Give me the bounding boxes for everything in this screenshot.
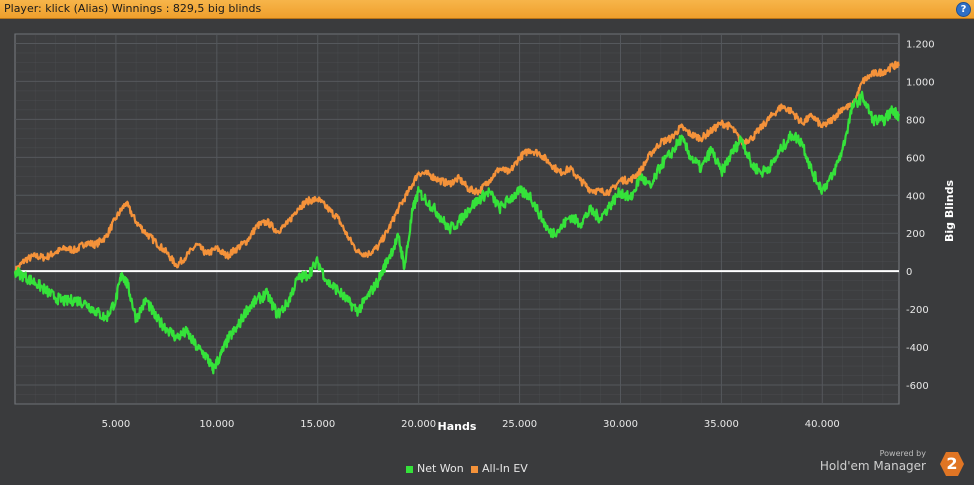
title-bar: Player: klick (Alias) Winnings : 829,5 b… [0,0,974,19]
brand-badge: Powered by Hold'em Manager 2 [820,449,964,477]
x-axis-label: Hands [438,420,477,433]
winnings-chart: -600 -400 -200 0 200 400 600 800 1.000 1.200 5.00… [13,33,956,433]
legend-item-net-won[interactable]: Net Won [406,462,464,475]
x-tick-label: 25.000 [502,419,537,430]
y-tick-label: 1.200 [906,39,935,50]
x-tick-label: 15.000 [300,419,335,430]
x-tick-label: 20.000 [401,419,436,430]
y-tick-label: 400 [906,191,925,202]
x-tick-label: 35.000 [704,419,739,430]
y-axis-label: Big Blinds [943,180,956,242]
brand-name: Hold'em Manager [819,459,926,473]
y-axis-ticks: -600 -400 -200 0 200 400 600 800 1.000 1.200 [906,39,935,392]
y-tick-label: 1.000 [906,77,935,88]
y-tick-label: 0 [906,267,912,278]
plot-area [14,33,900,405]
chart-container: -600 -400 -200 0 200 400 600 800 1.000 1.200 5.00… [0,19,974,481]
help-icon[interactable]: ? [956,2,971,17]
legend-swatch-net-won [406,465,413,473]
window-title: Player: klick (Alias) Winnings : 829,5 b… [4,2,262,15]
y-tick-label: 600 [906,153,925,164]
legend-label-net-won: Net Won [417,462,464,475]
x-tick-label: 40.000 [805,419,840,430]
x-tick-label: 10.000 [199,419,234,430]
y-tick-label: -400 [906,343,929,354]
y-tick-label: -600 [906,381,929,392]
x-tick-label: 5.000 [102,419,131,430]
legend-swatch-all-in-ev [471,465,478,473]
hm2-logo-icon: 2 [940,452,964,476]
legend-label-all-in-ev: All-In EV [482,462,528,475]
y-tick-label: -200 [906,305,929,316]
x-tick-label: 30.000 [603,419,638,430]
y-tick-label: 800 [906,115,925,126]
legend-item-all-in-ev[interactable]: All-In EV [471,462,528,475]
y-tick-label: 200 [906,229,925,240]
powered-by-text: Powered by [879,449,926,458]
